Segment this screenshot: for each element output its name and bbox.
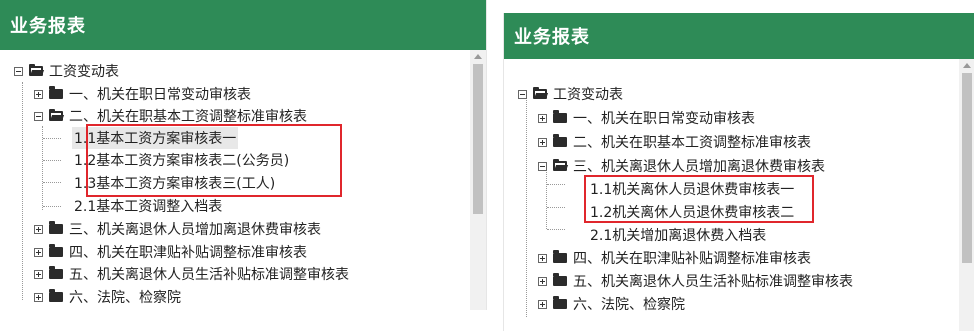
tree-node-label: 四、机关在职津贴补贴调整标准审核表 bbox=[573, 251, 811, 267]
folder-icon bbox=[553, 250, 567, 263]
right-report-panel: 业务报表 工资变动表 一、机关在职日常变动审核表 二、机关在职基本工资调整标准审… bbox=[503, 13, 974, 331]
folder-open-icon bbox=[553, 159, 567, 171]
tree-node[interactable]: 一、机关在职日常变动审核表 bbox=[538, 107, 755, 129]
tree-node-label: 四、机关在职津贴补贴调整标准审核表 bbox=[69, 245, 307, 261]
expand-icon[interactable] bbox=[538, 113, 547, 123]
expand-icon[interactable] bbox=[538, 253, 547, 263]
tree-node[interactable]: 三、机关离退休人员增加离退休费审核表 bbox=[34, 218, 321, 240]
tree-node[interactable]: 四、机关在职津贴补贴调整标准审核表 bbox=[34, 241, 307, 263]
folder-icon bbox=[49, 221, 63, 234]
scroll-thumb[interactable] bbox=[473, 64, 483, 214]
tree-node[interactable]: 四、机关在职津贴补贴调整标准审核表 bbox=[538, 247, 811, 269]
tree-node-label: 五、机关离退休人员生活补贴标准调整审核表 bbox=[573, 274, 853, 290]
folder-icon bbox=[553, 134, 567, 147]
vertical-scrollbar[interactable] bbox=[470, 50, 486, 310]
report-tree: 工资变动表 一、机关在职日常变动审核表 二、机关在职基本工资调整标准审核表 1.… bbox=[0, 50, 468, 310]
tree-leaf-label[interactable]: 2.1机关增加离退休费入档表 bbox=[588, 224, 768, 246]
tree-leaf-label[interactable]: 2.1基本工资调整入档表 bbox=[72, 195, 224, 217]
tree-node-label: 三、机关离退休人员增加离退休费审核表 bbox=[69, 222, 321, 238]
collapse-icon[interactable] bbox=[518, 89, 527, 99]
tree-node-label: 六、法院、检察院 bbox=[573, 297, 685, 313]
folder-open-icon bbox=[49, 109, 63, 121]
tree-root[interactable]: 工资变动表 bbox=[518, 83, 623, 105]
expand-icon[interactable] bbox=[34, 269, 43, 279]
tree-root[interactable]: 工资变动表 bbox=[14, 60, 119, 82]
tree-node[interactable]: 一、机关在职日常变动审核表 bbox=[34, 83, 251, 105]
tree-node[interactable]: 六、法院、检察院 bbox=[538, 293, 685, 315]
folder-icon bbox=[553, 273, 567, 286]
tree-node[interactable]: 二、机关在职基本工资调整标准审核表 bbox=[538, 131, 811, 153]
collapse-icon[interactable] bbox=[14, 66, 23, 76]
tree-node-label: 二、机关在职基本工资调整标准审核表 bbox=[573, 135, 811, 151]
tree-node-label: 六、法院、检察院 bbox=[69, 290, 181, 306]
tree-node[interactable]: 三、机关离退休人员增加离退休费审核表 bbox=[538, 155, 825, 177]
tree-node-label: 二、机关在职基本工资调整标准审核表 bbox=[69, 109, 307, 125]
expand-icon[interactable] bbox=[538, 137, 547, 147]
tree-node-label: 五、机关离退休人员生活补贴标准调整审核表 bbox=[69, 267, 349, 283]
collapse-icon[interactable] bbox=[538, 161, 547, 171]
tree-leaf[interactable]: 2.1基本工资调整入档表 bbox=[72, 195, 224, 217]
highlight-box bbox=[86, 124, 342, 197]
folder-icon bbox=[553, 110, 567, 123]
expand-icon[interactable] bbox=[34, 224, 43, 234]
tree-node-label: 工资变动表 bbox=[49, 64, 119, 80]
tree-node[interactable]: 五、机关离退休人员生活补贴标准调整审核表 bbox=[34, 263, 349, 285]
collapse-icon[interactable] bbox=[34, 111, 43, 121]
tree-node[interactable]: 五、机关离退休人员生活补贴标准调整审核表 bbox=[538, 270, 853, 292]
tree-node-label: 一、机关在职日常变动审核表 bbox=[69, 87, 251, 103]
folder-open-icon bbox=[533, 87, 547, 99]
folder-open-icon bbox=[29, 64, 43, 76]
scroll-up-icon[interactable] bbox=[474, 54, 482, 59]
panel-title: 业务报表 bbox=[504, 13, 974, 59]
left-report-panel: 业务报表 工资变动表 一、机关在职日常变动审核表 二、机关在职基本工资调整标准审… bbox=[0, 0, 487, 310]
expand-icon[interactable] bbox=[34, 89, 43, 99]
panel-title: 业务报表 bbox=[0, 0, 486, 50]
scroll-thumb[interactable] bbox=[962, 73, 972, 263]
tree-node-label: 三、机关离退休人员增加离退休费审核表 bbox=[573, 159, 825, 175]
expand-icon[interactable] bbox=[538, 276, 547, 286]
vertical-scrollbar[interactable] bbox=[959, 59, 974, 331]
tree-node-label: 工资变动表 bbox=[553, 87, 623, 103]
tree-node[interactable]: 六、法院、检察院 bbox=[34, 286, 181, 308]
highlight-box bbox=[584, 175, 814, 223]
folder-icon bbox=[49, 266, 63, 279]
tree-node-label: 一、机关在职日常变动审核表 bbox=[573, 111, 755, 127]
tree-leaf[interactable]: 2.1机关增加离退休费入档表 bbox=[588, 224, 768, 246]
folder-icon bbox=[49, 289, 63, 302]
report-tree: 工资变动表 一、机关在职日常变动审核表 二、机关在职基本工资调整标准审核表 三、… bbox=[504, 59, 957, 331]
scroll-up-icon[interactable] bbox=[963, 63, 971, 68]
expand-icon[interactable] bbox=[34, 247, 43, 257]
folder-icon bbox=[49, 244, 63, 257]
expand-icon[interactable] bbox=[538, 299, 547, 309]
folder-icon bbox=[49, 86, 63, 99]
expand-icon[interactable] bbox=[34, 292, 43, 302]
folder-icon bbox=[553, 296, 567, 309]
